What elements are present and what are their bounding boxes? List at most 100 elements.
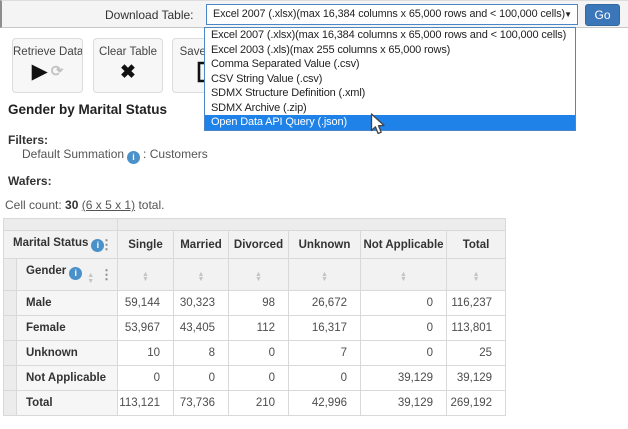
data-cell: 25 xyxy=(447,341,506,366)
table-row: Male 59,144 30,323 98 26,672 0 116,237 xyxy=(4,291,506,316)
filters-heading: Filters: xyxy=(8,133,48,147)
data-cell: 39,129 xyxy=(447,366,506,391)
menu-item-csv-string[interactable]: CSV String Value (.csv) xyxy=(205,72,575,87)
menu-item-sdmx-xml[interactable]: SDMX Structure Definition (.xml) xyxy=(205,86,575,101)
sort-arrows-icon: ▲▼ xyxy=(198,272,205,283)
column-dimension-row: Marital Statusi ⋮ Single Married Divorce… xyxy=(4,231,506,259)
data-cell: 10 xyxy=(118,341,174,366)
row-label: Male xyxy=(17,291,118,316)
data-cell: 0 xyxy=(174,366,229,391)
refresh-icon: ⟳ xyxy=(51,60,64,84)
indent-cell xyxy=(4,291,17,316)
kebab-menu-icon[interactable]: ⋮ xyxy=(100,267,113,283)
menu-item-open-data-api-json[interactable]: Open Data API Query (.json) xyxy=(205,115,575,130)
data-cell: 0 xyxy=(289,366,361,391)
data-cell: 0 xyxy=(361,341,447,366)
data-cell: 39,129 xyxy=(361,366,447,391)
sort-cell-total[interactable]: ▲▼ xyxy=(447,259,506,291)
download-format-menu: Excel 2007 (.xlsx)(max 16,384 columns x … xyxy=(204,27,576,131)
data-cell: 0 xyxy=(361,316,447,341)
wafer-strip-data xyxy=(118,219,506,231)
menu-item-xlsx[interactable]: Excel 2007 (.xlsx)(max 16,384 columns x … xyxy=(205,28,575,43)
filter-name: Default Summation xyxy=(22,147,124,161)
data-cell: 42,996 xyxy=(289,391,361,416)
sort-cell-single[interactable]: ▲▼ xyxy=(118,259,174,291)
column-header-divorced[interactable]: Divorced xyxy=(229,231,289,259)
info-icon[interactable]: i xyxy=(69,267,82,280)
indent-cell xyxy=(4,391,17,416)
sort-arrows-icon[interactable]: ▲▼ xyxy=(87,273,94,284)
retrieve-data-button[interactable]: Retrieve Data ▶ ⟳ xyxy=(12,38,83,93)
menu-item-xls[interactable]: Excel 2003 (.xls)(max 255 columns x 65,0… xyxy=(205,43,575,58)
clear-table-button[interactable]: Clear Table ✖ xyxy=(93,38,163,93)
cell-count-value: 30 xyxy=(65,198,78,212)
play-icon: ▶ xyxy=(32,60,48,84)
cell-count-prefix: Cell count: xyxy=(5,198,62,212)
sort-cell-unknown[interactable]: ▲▼ xyxy=(289,259,361,291)
data-cell: 0 xyxy=(229,366,289,391)
data-cell: 210 xyxy=(229,391,289,416)
data-cell: 112 xyxy=(229,316,289,341)
sort-arrows-icon: ▲▼ xyxy=(321,272,328,283)
data-cell: 53,967 xyxy=(118,316,174,341)
sort-arrows-icon: ▲▼ xyxy=(400,272,407,283)
sort-arrows-icon: ▲▼ xyxy=(142,272,149,283)
column-header-single[interactable]: Single xyxy=(118,231,174,259)
sort-arrows-icon: ▲▼ xyxy=(255,272,262,283)
column-header-married[interactable]: Married xyxy=(174,231,229,259)
data-cell: 0 xyxy=(361,291,447,316)
cell-count-link[interactable]: (6 x 5 x 1) xyxy=(82,198,135,212)
menu-item-csv[interactable]: Comma Separated Value (.csv) xyxy=(205,57,575,72)
data-cell: 73,736 xyxy=(174,391,229,416)
column-header-unknown[interactable]: Unknown xyxy=(289,231,361,259)
indent-cell xyxy=(4,341,17,366)
data-cell: 8 xyxy=(174,341,229,366)
data-cell: 113,121 xyxy=(118,391,174,416)
indent-cell xyxy=(4,316,17,341)
column-dimension-header[interactable]: Marital Statusi ⋮ xyxy=(4,231,118,259)
sort-cell-married[interactable]: ▲▼ xyxy=(174,259,229,291)
filter-value: Customers xyxy=(150,147,208,161)
data-cell: 0 xyxy=(118,366,174,391)
column-header-total[interactable]: Total xyxy=(447,231,506,259)
chevron-down-icon: ▼ xyxy=(564,10,572,19)
data-cell: 0 xyxy=(229,341,289,366)
table-row-total: Total 113,121 73,736 210 42,996 39,129 2… xyxy=(4,391,506,416)
wafers-heading: Wafers: xyxy=(8,174,52,188)
data-cell: 116,237 xyxy=(447,291,506,316)
row-label: Total xyxy=(17,391,118,416)
menu-item-sdmx-zip[interactable]: SDMX Archive (.zip) xyxy=(205,101,575,116)
cell-count-suffix: total. xyxy=(138,198,164,212)
download-bar: Download Table: Excel 2007 (.xlsx)(max 1… xyxy=(0,0,628,28)
data-cell: 269,192 xyxy=(447,391,506,416)
download-format-select[interactable]: Excel 2007 (.xlsx)(max 16,384 columns x … xyxy=(206,4,578,25)
table-row: Not Applicable 0 0 0 0 39,129 39,129 xyxy=(4,366,506,391)
kebab-menu-icon[interactable]: ⋮ xyxy=(100,237,113,253)
sort-arrows-icon: ▲▼ xyxy=(473,272,480,283)
row-dimension-header[interactable]: Genderi ▲▼ ⋮ xyxy=(17,259,118,291)
data-cell: 113,801 xyxy=(447,316,506,341)
retrieve-data-label: Retrieve Data xyxy=(13,46,82,58)
row-label: Not Applicable xyxy=(17,366,118,391)
data-cell: 26,672 xyxy=(289,291,361,316)
download-format-value: Excel 2007 (.xlsx)(max 16,384 columns x … xyxy=(207,5,577,20)
column-dimension-label: Marital Status xyxy=(13,237,88,249)
row-dimension-row: Genderi ▲▼ ⋮ ▲▼ ▲▼ ▲▼ ▲▼ ▲▼ ▲▼ xyxy=(4,259,506,291)
data-cell: 39,129 xyxy=(361,391,447,416)
column-header-not-applicable[interactable]: Not Applicable xyxy=(361,231,447,259)
sort-cell-not-applicable[interactable]: ▲▼ xyxy=(361,259,447,291)
go-button[interactable]: Go xyxy=(585,4,620,26)
filter-line: Default Summationi: Customers xyxy=(22,147,208,164)
row-dimension-label: Gender xyxy=(26,265,66,277)
data-cell: 59,144 xyxy=(118,291,174,316)
table-row: Unknown 10 8 0 7 0 25 xyxy=(4,341,506,366)
info-icon[interactable]: i xyxy=(127,151,140,164)
download-table-label: Download Table: xyxy=(105,8,194,22)
page-title: Gender by Marital Status xyxy=(8,102,167,117)
sort-cell-divorced[interactable]: ▲▼ xyxy=(229,259,289,291)
data-cell: 30,323 xyxy=(174,291,229,316)
clear-table-label: Clear Table xyxy=(94,46,162,58)
data-cell: 43,405 xyxy=(174,316,229,341)
row-label: Female xyxy=(17,316,118,341)
indent-cell xyxy=(4,259,17,291)
